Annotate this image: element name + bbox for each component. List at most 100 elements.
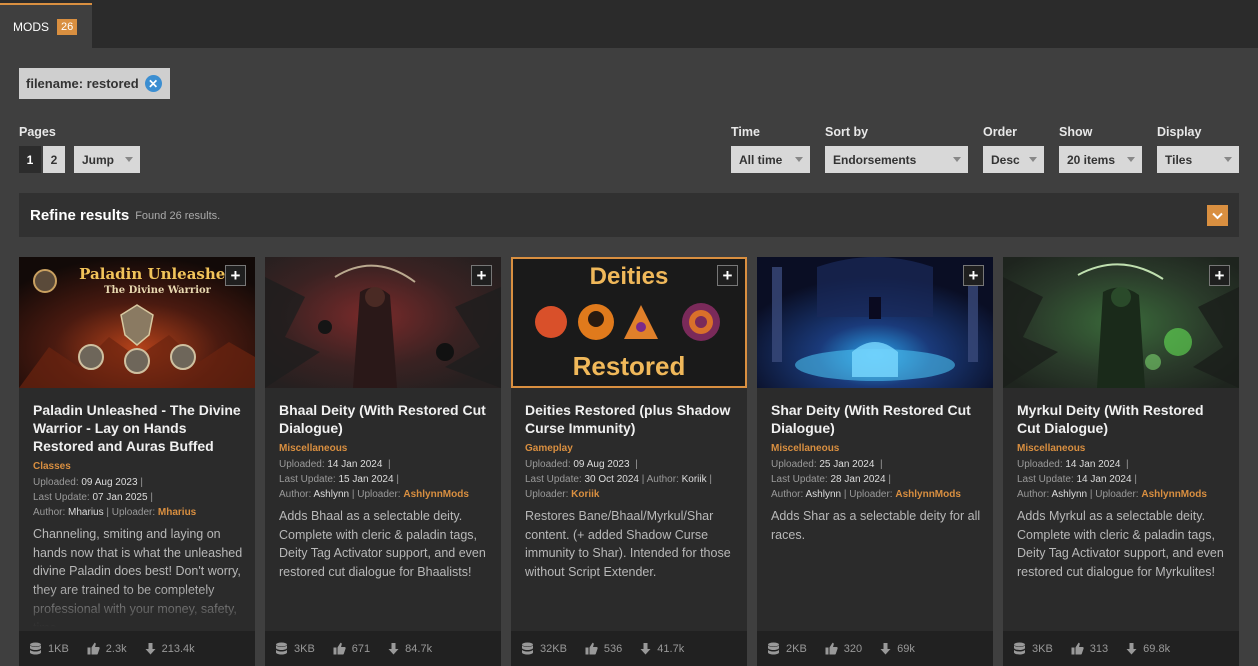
mod-category[interactable]: Miscellaneous: [279, 443, 347, 454]
jump-select[interactable]: Jump: [74, 146, 140, 173]
mod-last-update: Last Update: 14 Jan 2024 |: [1017, 474, 1137, 485]
results-count: Found 26 results.: [135, 210, 221, 222]
add-to-collection-button[interactable]: +: [225, 265, 246, 286]
uploader-link[interactable]: Koriik: [571, 489, 599, 500]
mod-title[interactable]: Paladin Unleashed - The Divine Warrior -…: [33, 401, 243, 455]
thumbnail-title: Deities: [589, 263, 669, 290]
mod-thumbnail[interactable]: +: [1003, 257, 1239, 388]
endorsement-count: 320: [843, 642, 863, 655]
author-link[interactable]: Ashlynn: [805, 489, 841, 500]
mod-thumbnail[interactable]: Paladin Unleashed The Divine Warrior +: [19, 257, 255, 388]
refine-results-title: Refine results: [30, 206, 130, 224]
caret-down-icon: [953, 157, 961, 162]
mod-thumbnail[interactable]: +: [265, 257, 501, 388]
mod-description: Restores Bane/Bhaal/Myrkul/Shar content.…: [525, 509, 731, 580]
jump-select-value: Jump: [82, 152, 115, 167]
mod-category[interactable]: Gameplay: [525, 443, 573, 454]
mod-title[interactable]: Myrkul Deity (With Restored Cut Dialogue…: [1017, 401, 1227, 437]
mod-stats-footer: 3KB 671 84.7k: [265, 631, 501, 666]
mod-tile-shar-deity[interactable]: + Shar Deity (With Restored Cut Dialogue…: [757, 257, 993, 666]
caret-down-icon: [125, 157, 133, 162]
sort-select-value: Endorsements: [833, 152, 917, 167]
endorsement-count: 671: [351, 642, 371, 655]
add-to-collection-button[interactable]: +: [717, 265, 738, 286]
refine-results-bar: Refine results Found 26 results.: [19, 193, 1239, 237]
uploader-link[interactable]: Mharius: [158, 507, 196, 518]
mod-uploaded: Uploaded: 14 Jan 2024 |: [279, 459, 391, 470]
mod-category[interactable]: Classes: [33, 461, 71, 472]
mod-stats-footer: 1KB 2.3k 213.4k: [19, 631, 255, 666]
thumbnail-subtitle: The Divine Warrior: [104, 285, 211, 296]
mod-category[interactable]: Miscellaneous: [771, 443, 839, 454]
sort-select[interactable]: Endorsements: [825, 146, 968, 173]
download-icon: [388, 642, 399, 655]
author-link[interactable]: Ashlynn: [1051, 489, 1087, 500]
file-size: 3KB: [1032, 642, 1053, 655]
file-size: 1KB: [48, 642, 69, 655]
add-to-collection-button[interactable]: +: [471, 265, 492, 286]
close-icon[interactable]: ✕: [144, 75, 162, 92]
tab-bar: MODS 26: [0, 0, 1258, 48]
mod-uploaded: Uploaded: 09 Aug 2023 |: [525, 459, 638, 470]
order-select[interactable]: Desc: [983, 146, 1044, 173]
database-icon: [521, 642, 534, 655]
uploader-link[interactable]: AshlynnMods: [895, 489, 961, 500]
add-to-collection-button[interactable]: +: [963, 265, 984, 286]
show-select[interactable]: 20 items: [1059, 146, 1142, 173]
mod-stats-footer: 32KB 536 41.7k: [511, 631, 747, 666]
file-size: 2KB: [786, 642, 807, 655]
display-select[interactable]: Tiles: [1157, 146, 1239, 173]
mod-thumbnail[interactable]: +: [757, 257, 993, 388]
uploader-link[interactable]: AshlynnMods: [1141, 489, 1207, 500]
mod-tile-bhaal-deity[interactable]: + Bhaal Deity (With Restored Cut Dialogu…: [265, 257, 501, 666]
endorsement-count: 2.3k: [105, 642, 127, 655]
mod-description: Adds Myrkul as a selectable deity. Compl…: [1017, 509, 1224, 580]
mod-title[interactable]: Deities Restored (plus Shadow Curse Immu…: [525, 401, 735, 437]
mod-tile-paladin-unleashed[interactable]: Paladin Unleashed The Divine Warrior + P…: [19, 257, 255, 666]
page-2-button[interactable]: 2: [43, 146, 65, 173]
caret-down-icon: [795, 157, 803, 162]
mod-uploader: Uploader: Koriik: [525, 489, 600, 500]
mod-last-update: Last Update: 07 Jan 2025 |: [33, 492, 153, 503]
chevron-down-icon[interactable]: [1207, 205, 1228, 226]
database-icon: [767, 642, 780, 655]
mod-last-update: Last Update: 28 Jan 2024 |: [771, 474, 891, 485]
add-to-collection-button[interactable]: +: [1209, 265, 1230, 286]
author-link[interactable]: Ashlynn: [313, 489, 349, 500]
display-label: Display: [1157, 125, 1202, 139]
mod-uploaded: Uploaded: 25 Jan 2024 |: [771, 459, 883, 470]
time-select-value: All time: [739, 152, 783, 167]
time-select[interactable]: All time: [731, 146, 810, 173]
author-link[interactable]: Koriik: [682, 474, 707, 485]
download-icon: [880, 642, 891, 655]
mod-category[interactable]: Miscellaneous: [1017, 443, 1085, 454]
download-count: 69.8k: [1143, 642, 1171, 655]
database-icon: [29, 642, 42, 655]
thumbs-up-icon: [87, 642, 100, 655]
show-select-value: 20 items: [1067, 152, 1116, 167]
mod-tile-myrkul-deity[interactable]: + Myrkul Deity (With Restored Cut Dialog…: [1003, 257, 1239, 666]
mod-title[interactable]: Shar Deity (With Restored Cut Dialogue): [771, 401, 981, 437]
order-select-value: Desc: [991, 152, 1020, 167]
author-link[interactable]: Mharius: [68, 507, 104, 518]
time-label: Time: [731, 125, 760, 139]
mod-title[interactable]: Bhaal Deity (With Restored Cut Dialogue): [279, 401, 489, 437]
display-select-value: Tiles: [1165, 152, 1193, 167]
file-size: 32KB: [540, 642, 567, 655]
mod-description: Channeling, smiting and laying on hands …: [33, 527, 243, 627]
mod-author-uploader: Author: Ashlynn | Uploader: AshlynnMods: [771, 489, 961, 500]
show-label: Show: [1059, 125, 1093, 139]
download-icon: [640, 642, 651, 655]
mod-uploaded: Uploaded: 14 Jan 2024 |: [1017, 459, 1129, 470]
mod-tile-deities-restored[interactable]: Deities Restored + Deities Restored (plu…: [511, 257, 747, 666]
download-count: 41.7k: [657, 642, 685, 655]
download-icon: [1126, 642, 1137, 655]
page-1-button[interactable]: 1: [19, 146, 41, 173]
endorsement-count: 536: [603, 642, 623, 655]
mod-stats-footer: 2KB 320 69k: [757, 631, 993, 666]
mod-last-update-author: Last Update: 30 Oct 2024 | Author: Korii…: [525, 474, 713, 485]
caret-down-icon: [1127, 157, 1135, 162]
tab-mods[interactable]: MODS 26: [0, 3, 92, 48]
mod-thumbnail[interactable]: Deities Restored +: [511, 257, 747, 388]
uploader-link[interactable]: AshlynnMods: [403, 489, 469, 500]
